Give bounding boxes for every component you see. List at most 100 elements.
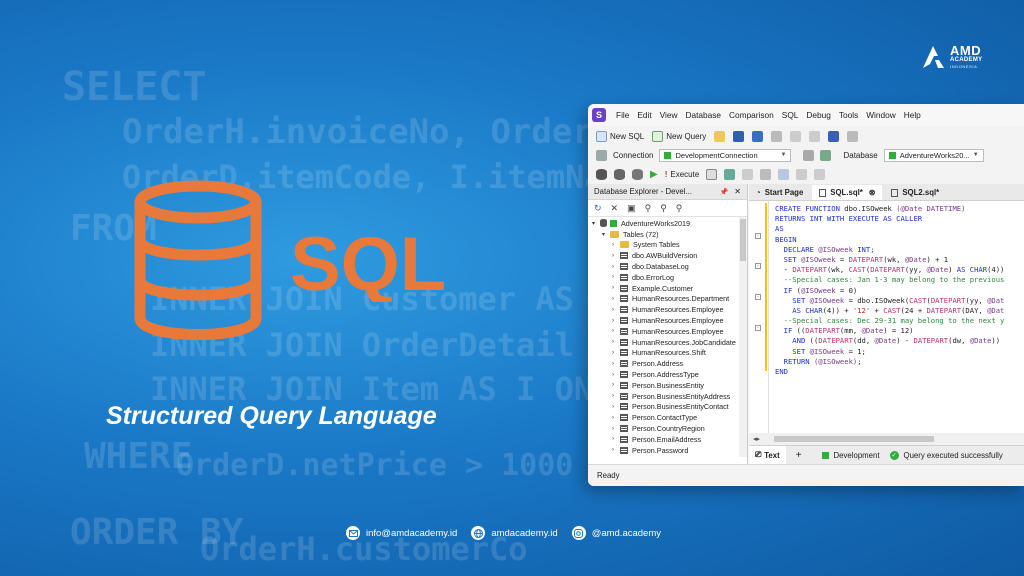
tab-sql[interactable]: SQL.sql* ⊗ — [812, 185, 883, 200]
chevron-icon[interactable]: › — [612, 415, 620, 421]
menu-sql[interactable]: SQL — [782, 110, 799, 120]
tree-item[interactable]: › Person.BusinessEntity — [588, 380, 747, 391]
menu-database[interactable]: Database — [686, 110, 722, 120]
plan-icon[interactable] — [760, 168, 772, 180]
tree-item[interactable]: › HumanResources.Employee — [588, 304, 747, 315]
database-select[interactable]: AdventureWorks20... ▼ — [883, 148, 984, 162]
chevron-icon[interactable]: ▾ — [602, 231, 610, 238]
tree-item[interactable]: › Person.BusinessEntityAddress — [588, 391, 747, 402]
chevron-icon[interactable]: › — [612, 242, 620, 248]
tree-item[interactable]: › HumanResources.JobCandidate — [588, 337, 747, 348]
tree-item[interactable]: › Person.EmailAddress — [588, 434, 747, 445]
chevron-icon[interactable]: › — [612, 274, 620, 280]
tree-item[interactable]: › Person.Password — [588, 445, 747, 456]
fold-toggle-icon[interactable]: - — [755, 263, 761, 269]
tree-item[interactable]: › Person.ContactType — [588, 412, 747, 423]
tree-item[interactable]: ▾ AdventureWorks2019 — [588, 218, 747, 229]
chevron-icon[interactable]: › — [612, 382, 620, 388]
menu-debug[interactable]: Debug — [806, 110, 830, 120]
settings-icon[interactable] — [814, 168, 826, 180]
save-all-icon[interactable] — [752, 130, 764, 142]
menu-edit[interactable]: Edit — [637, 110, 651, 120]
connect-icon[interactable] — [596, 149, 607, 161]
tree-item[interactable]: › dbo.ErrorLog — [588, 272, 747, 283]
tree-item[interactable]: › Example.Customer — [588, 283, 747, 294]
sql-editor[interactable]: - - - - CREATE FUNCTION dbo.ISOweek (@Da… — [749, 201, 1024, 433]
add-tab-button[interactable]: + — [796, 450, 802, 461]
chevron-icon[interactable]: › — [612, 350, 620, 356]
fold-toggle-icon[interactable]: - — [755, 325, 761, 331]
chevron-icon[interactable]: › — [612, 361, 620, 367]
new-connection-icon[interactable]: ⚲ — [645, 203, 652, 214]
contact-email[interactable]: info@amdacademy.id — [346, 526, 457, 540]
editor-hscrollbar[interactable]: ◂▸ — [749, 433, 1024, 445]
properties-icon[interactable]: ▣ — [627, 203, 636, 214]
menu-comparison[interactable]: Comparison — [729, 110, 774, 120]
tree-item[interactable]: › HumanResources.Shift — [588, 348, 747, 359]
layout-icon[interactable] — [778, 168, 790, 180]
tree-item[interactable]: › Person.BusinessEntityContact — [588, 402, 747, 413]
undo-icon[interactable] — [828, 130, 840, 142]
explorer-scrollbar[interactable] — [739, 217, 747, 457]
menu-help[interactable]: Help — [904, 110, 921, 120]
tree-item[interactable]: › HumanResources.Employee — [588, 326, 747, 337]
chevron-icon[interactable]: › — [612, 426, 620, 432]
chevron-icon[interactable]: › — [612, 253, 620, 259]
refresh-connection-icon[interactable] — [820, 149, 832, 161]
chevron-icon[interactable]: › — [612, 447, 620, 453]
close-tab-icon[interactable]: ⊗ — [869, 188, 876, 197]
tree-item[interactable]: › dbo.AWBuildVersion — [588, 250, 747, 261]
chevron-icon[interactable]: › — [612, 296, 620, 302]
chevron-icon[interactable]: ▾ — [592, 220, 600, 227]
contact-instagram[interactable]: @amd.academy — [571, 526, 661, 540]
chevron-icon[interactable]: › — [612, 264, 620, 270]
save-icon[interactable] — [733, 130, 745, 142]
contact-website[interactable]: amdacademy.id — [471, 526, 558, 540]
pin-icon[interactable]: 📌 — [720, 188, 729, 196]
chevron-icon[interactable]: › — [612, 318, 620, 324]
chevron-icon[interactable]: › — [612, 285, 620, 291]
format-icon[interactable] — [742, 168, 754, 180]
chevron-icon[interactable]: › — [612, 393, 620, 399]
menu-window[interactable]: Window — [866, 110, 896, 120]
paste-icon[interactable] — [809, 130, 821, 142]
tree-item[interactable]: ▾ Tables (72) — [588, 229, 747, 240]
tree-item[interactable]: › HumanResources.Department — [588, 294, 747, 305]
grid-icon[interactable] — [796, 168, 808, 180]
tree-item[interactable]: › Person.AddressType — [588, 369, 747, 380]
delete-icon[interactable]: ✕ — [611, 203, 619, 214]
menu-tools[interactable]: Tools — [839, 110, 858, 120]
tab-start-page[interactable]: ◔ Start Page — [749, 185, 810, 200]
open-icon[interactable] — [714, 130, 726, 142]
redo-icon[interactable] — [847, 130, 859, 142]
tab-text[interactable]: ⎚ Text — [749, 445, 786, 465]
disconnect-icon[interactable]: ⚲ — [676, 203, 683, 214]
tree-item[interactable]: › Person.CountryRegion — [588, 423, 747, 434]
scrollbar-thumb[interactable] — [740, 219, 746, 261]
menu-view[interactable]: View — [660, 110, 678, 120]
copy-icon[interactable] — [790, 130, 802, 142]
tab-sql2[interactable]: SQL2.sql* — [884, 185, 946, 200]
chevron-icon[interactable]: › — [612, 339, 620, 345]
db-add-icon[interactable] — [614, 168, 625, 180]
execute-button[interactable]: ! Execute — [665, 170, 700, 179]
chevron-icon[interactable]: › — [612, 307, 620, 313]
disconnect-icon[interactable] — [803, 149, 815, 161]
close-icon[interactable]: ✕ — [734, 187, 741, 196]
refresh-icon[interactable]: ↻ — [594, 203, 602, 214]
tree-item[interactable]: › Person.Address — [588, 358, 747, 369]
scrollbar-thumb[interactable] — [774, 436, 935, 442]
step-icon[interactable] — [724, 168, 736, 180]
scroll-left-icon[interactable]: ◂▸ — [753, 435, 760, 443]
tree-item[interactable]: › System Tables — [588, 240, 747, 251]
chevron-icon[interactable]: › — [612, 436, 620, 442]
new-query-button[interactable]: New Query — [652, 130, 706, 142]
fold-toggle-icon[interactable]: - — [755, 233, 761, 239]
new-sql-button[interactable]: New SQL — [596, 130, 644, 142]
tree-item[interactable]: › HumanResources.Employee — [588, 315, 747, 326]
db-run-icon[interactable] — [632, 168, 643, 180]
connection-select[interactable]: DevelopmentConnection ▼ — [659, 148, 792, 162]
cut-icon[interactable] — [771, 130, 783, 142]
chevron-icon[interactable]: › — [612, 404, 620, 410]
chevron-icon[interactable]: › — [612, 372, 620, 378]
